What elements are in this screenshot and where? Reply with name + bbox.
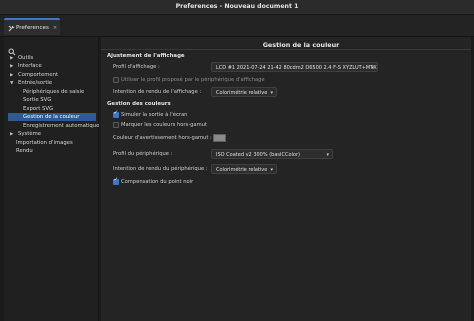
display-intent-label: Intention de rendu de l'affichage : [113, 89, 202, 95]
sidebar-item-entree-sortie[interactable]: ▼ Entrée/sortie [10, 79, 96, 87]
black-point-compensation-label: Compensation du point noir [121, 179, 194, 185]
display-intent-value: Colorimétrie relative [216, 90, 268, 96]
sidebar-item-sortie-svg[interactable]: Sortie SVG [23, 96, 96, 104]
device-intent-label: Intention de rendu du périphérique : [113, 166, 208, 172]
search-icon[interactable] [8, 41, 16, 56]
sidebar-item-gestion-couleur[interactable]: Gestion de la couleur [8, 113, 96, 121]
sidebar-item-outils[interactable]: ▶ Outils [10, 54, 96, 62]
section-color-management: Gestion des couleurs [107, 101, 171, 107]
sidebar-item-label: Enregistrement automatique [23, 123, 100, 129]
tab-preferences[interactable]: Preferences × [4, 18, 60, 35]
page-title-text: Gestion de la couleur [262, 41, 340, 49]
sidebar-item-export-svg[interactable]: Export SVG [23, 105, 96, 113]
display-profile-value: LCD #1 2021-07-24 21-42 80cdm2 D6500 2.4… [216, 65, 377, 71]
display-profile-select[interactable]: LCD #1 2021-07-24 21-42 80cdm2 D6500 2.4… [211, 62, 378, 72]
sidebar-item-enregistrement-auto[interactable]: Enregistrement automatique [23, 122, 100, 130]
expand-arrow-icon[interactable]: ▶ [10, 63, 18, 71]
simulate-output-label: Simuler la sortie à l'écran [121, 112, 188, 118]
sidebar-item-label: Outils [18, 55, 34, 61]
use-device-profile-checkbox[interactable] [113, 77, 119, 83]
device-intent-value: Colorimétrie relative [216, 167, 268, 173]
display-profile-label: Profil d'affichage : [113, 64, 160, 70]
sidebar-item-systeme[interactable]: ▶ Système [10, 130, 96, 138]
sidebar-item-label: Interface [18, 63, 42, 69]
use-device-profile-label: Utiliser le profil proposé par le périph… [121, 77, 265, 83]
preferences-icon [8, 25, 15, 31]
chevron-down-icon: ▾ [270, 90, 273, 96]
simulate-output-checkbox[interactable] [113, 110, 119, 118]
black-point-compensation-checkbox[interactable] [113, 177, 119, 185]
warning-color-swatch[interactable] [213, 134, 226, 142]
sidebar-item-label: Sortie SVG [23, 97, 52, 103]
sidebar-item-peripheriques-saisie[interactable]: Périphériques de saisie [23, 88, 96, 96]
section-display-adjustment: Ajustement de l'affichage [107, 53, 185, 59]
sidebar-item-interface[interactable]: ▶ Interface [10, 62, 96, 70]
window-titlebar: Preferences - Nouveau document 1 [0, 0, 474, 15]
chevron-down-icon: ▾ [270, 167, 273, 173]
sidebar-item-label: Gestion de la couleur [23, 114, 80, 120]
window-title: Preferences - Nouveau document 1 [175, 3, 299, 10]
sidebar-item-label: Rendu [16, 148, 33, 154]
page-title: Gestion de la couleur [101, 40, 471, 50]
device-profile-value: ISO Coated v2 300% (basICColor) [216, 152, 300, 158]
sidebar-item-label: Comportement [18, 72, 59, 78]
warning-color-label: Couleur d'avertissement hors-gamut : [113, 135, 212, 141]
tab-label: Preferences [16, 24, 49, 31]
sidebar-item-comportement[interactable]: ▶ Comportement [10, 71, 96, 79]
sidebar-item-label: Importation d'images [16, 140, 73, 146]
sidebar-item-rendu[interactable]: Rendu [16, 147, 96, 155]
chevron-down-icon: ▾ [326, 152, 329, 158]
device-profile-label: Profil du périphérique : [113, 151, 173, 157]
chevron-down-icon: ▾ [371, 65, 374, 71]
display-intent-select[interactable]: Colorimétrie relative ▾ [211, 87, 277, 97]
sidebar-item-label: Périphériques de saisie [23, 89, 85, 95]
tab-close-icon[interactable]: × [53, 20, 57, 36]
mark-out-of-gamut-label: Marquer les couleurs hors-gamut [121, 122, 207, 128]
device-profile-select[interactable]: ISO Coated v2 300% (basICColor) ▾ [211, 149, 333, 159]
expand-arrow-icon[interactable]: ▶ [10, 131, 18, 139]
sidebar-item-label: Export SVG [23, 106, 54, 112]
sidebar-item-label: Système [18, 131, 42, 137]
sidebar-item-label: Entrée/sortie [18, 80, 53, 86]
device-intent-select[interactable]: Colorimétrie relative ▾ [211, 164, 277, 174]
tab-bar: Preferences × [0, 15, 474, 37]
mark-out-of-gamut-checkbox[interactable] [113, 122, 119, 128]
sidebar-item-importation-images[interactable]: Importation d'images [16, 139, 96, 147]
collapse-arrow-icon[interactable]: ▼ [10, 80, 18, 88]
